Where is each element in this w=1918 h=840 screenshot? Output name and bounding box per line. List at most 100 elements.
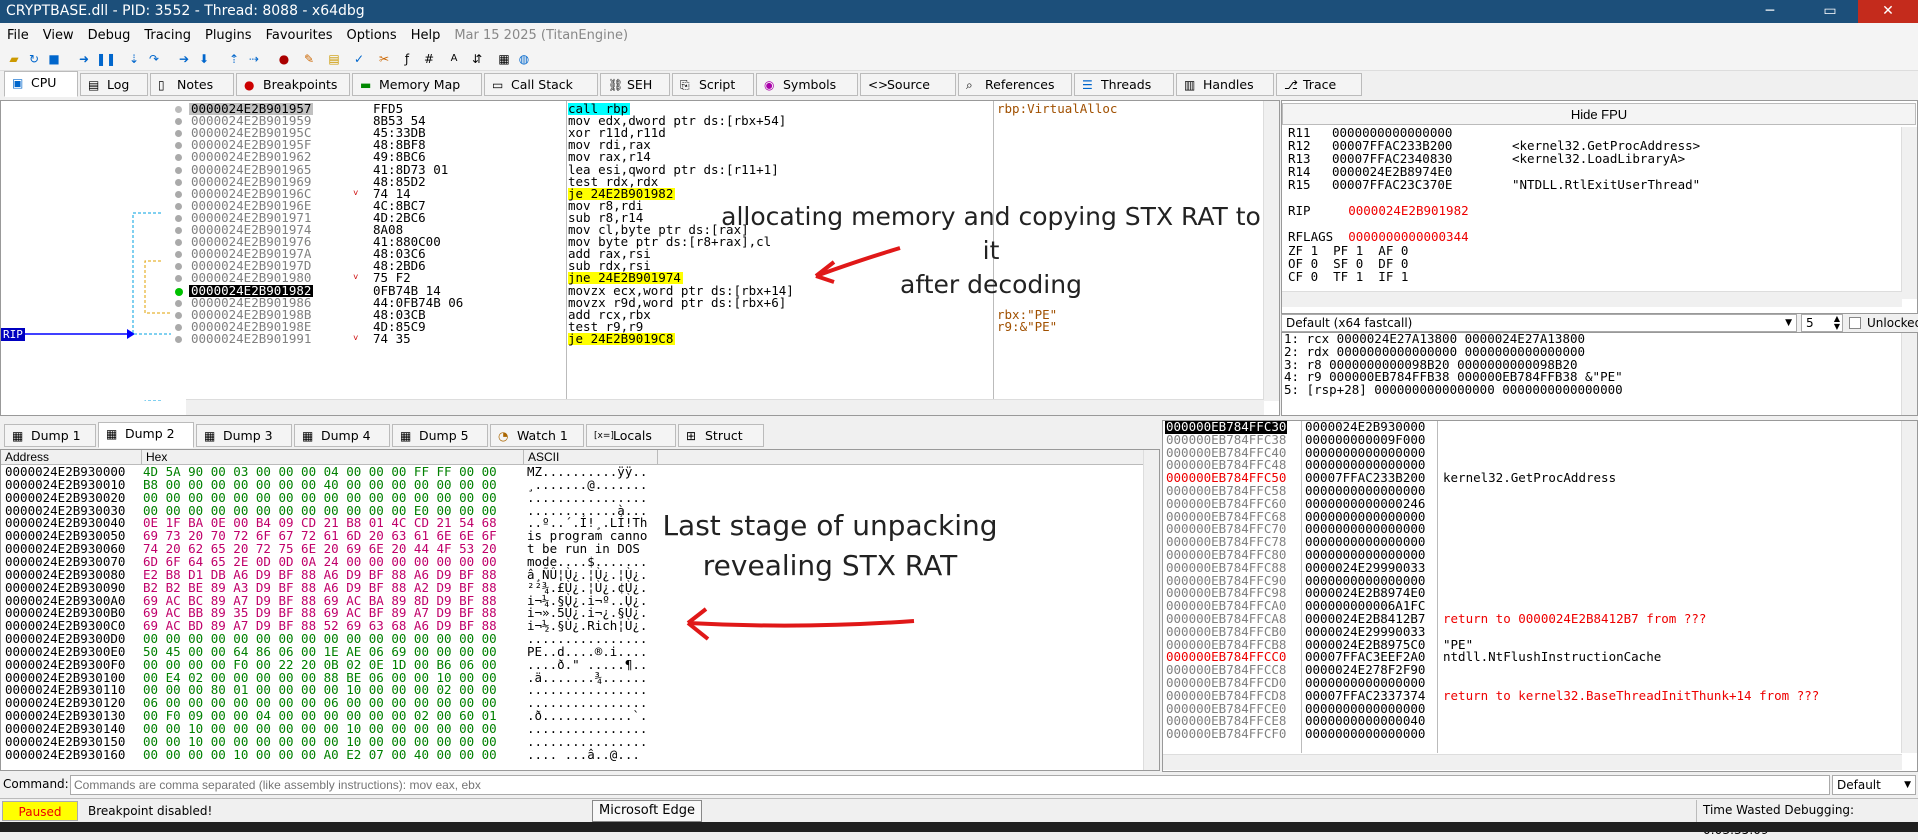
tab-cpu[interactable]: ▣ CPU	[4, 71, 78, 97]
menu-options[interactable]: Options	[340, 28, 404, 43]
tab-struct[interactable]: ⊞ Struct	[678, 424, 764, 447]
stack-value[interactable]: 0000000000000000	[1305, 728, 1425, 741]
stop-icon[interactable]: ■	[46, 51, 62, 67]
disassembly-hscroll[interactable]	[186, 399, 1264, 415]
run-to-user-code-icon[interactable]: ⇢	[246, 51, 262, 67]
comment-icon[interactable]: ▤	[326, 51, 342, 67]
breakpoint-icon[interactable]: ●	[276, 51, 292, 67]
tab-symbols[interactable]: ◉ Symbols	[756, 73, 858, 96]
dump-vscroll[interactable]	[1143, 450, 1159, 770]
menu-debug[interactable]: Debug	[81, 28, 138, 43]
hide-fpu-button[interactable]: Hide FPU	[1282, 103, 1916, 125]
breakpoint-dot-icon[interactable]	[175, 214, 182, 222]
menu-view[interactable]: View	[36, 28, 81, 43]
patch-icon[interactable]: ✎	[301, 51, 317, 67]
breakpoint-dot-icon[interactable]	[175, 166, 182, 174]
tab-references[interactable]: ⌕ References	[958, 73, 1072, 96]
rflags-value[interactable]: 0000000000000344	[1348, 229, 1468, 244]
breakpoint-dot-icon[interactable]	[175, 154, 182, 162]
step-into-icon[interactable]: ⇣	[126, 51, 142, 67]
trace-into-icon[interactable]: ➔	[176, 51, 192, 67]
maximize-button[interactable]: ▭	[1810, 0, 1850, 23]
tab-locals[interactable]: [x=] Locals	[586, 424, 676, 447]
step-over-icon[interactable]: ↷	[146, 51, 162, 67]
breakpoint-dot-icon[interactable]	[175, 323, 182, 331]
dump-ascii[interactable]: .... ...â..@...	[527, 748, 640, 762]
breakpoint-dot-icon[interactable]	[175, 299, 182, 307]
rip-register-value[interactable]: 0000024E2B901982	[1348, 203, 1468, 218]
function-icon[interactable]: ƒ	[399, 51, 415, 67]
hash-icon[interactable]: #	[421, 51, 437, 67]
tab-log[interactable]: ▤ Log	[80, 73, 148, 96]
tab-dump-3[interactable]: ▦ Dump 3	[196, 424, 292, 447]
arguments-vscroll[interactable]	[1901, 333, 1917, 415]
tab-threads[interactable]: ☰ Threads	[1074, 73, 1174, 96]
registers-view[interactable]: Hide FPU R11 0000000000000000 R12 00007FFAC…	[1281, 100, 1918, 314]
command-mode-select[interactable]: Default ▼	[1832, 775, 1916, 795]
execute-till-return-icon[interactable]: ⇡	[226, 51, 242, 67]
label-icon[interactable]: ✓	[351, 51, 367, 67]
disasm-row[interactable]: 0000024E2B901991 ˅ 74 35 je 24E2B9019C8	[1, 332, 1263, 345]
tab-dump-1[interactable]: ▦ Dump 1	[4, 424, 96, 447]
flags-row-3[interactable]: CF 0 TF 1 IF 1	[1288, 270, 1408, 284]
tab-call-stack[interactable]: ▭ Call Stack	[484, 73, 598, 96]
breakpoint-dot-icon[interactable]	[175, 263, 182, 271]
command-input[interactable]	[70, 775, 1830, 795]
breakpoint-dot-icon[interactable]	[175, 118, 182, 126]
calls-icon[interactable]: ⇵	[469, 51, 485, 67]
pause-icon[interactable]: ❚❚	[96, 51, 116, 67]
arguments-view[interactable]: 1: rcx 0000024E27A13800 0000024E27A13800…	[1281, 332, 1918, 416]
breakpoint-dot-icon[interactable]	[175, 190, 182, 198]
bookmark-icon[interactable]: ✂	[376, 51, 392, 67]
column-hex[interactable]: Hex	[141, 450, 167, 465]
tab-dump-5[interactable]: ▦ Dump 5	[392, 424, 488, 447]
breakpoint-dot-icon[interactable]	[175, 239, 182, 247]
tab-watch-1[interactable]: ◔ Watch 1	[490, 424, 584, 447]
dump-hex[interactable]: 00 00 00 00 10 00 00 00 A0 E2 07 00 40 0…	[143, 748, 497, 762]
calculator-icon[interactable]: ▦	[496, 51, 512, 67]
dump-view[interactable]: Address Hex ASCII 0000024E2B930000 4D 5A …	[0, 449, 1160, 771]
tab-memory-map[interactable]: ▬ Memory Map	[352, 73, 482, 96]
register-value[interactable]: 00007FFAC23C370E	[1332, 178, 1452, 192]
stack-hscroll[interactable]	[1163, 754, 1902, 770]
tab-dump-4[interactable]: ▦ Dump 4	[294, 424, 390, 447]
strings-icon[interactable]: A	[446, 51, 462, 67]
column-ascii[interactable]: ASCII	[523, 450, 559, 465]
breakpoint-dot-icon[interactable]	[175, 275, 182, 283]
registers-hscroll[interactable]	[1282, 291, 1902, 307]
run-icon[interactable]: ➜	[76, 51, 92, 67]
close-button[interactable]: ✕	[1858, 0, 1918, 23]
menu-tracing[interactable]: Tracing	[137, 28, 198, 43]
registers-vscroll[interactable]	[1901, 127, 1917, 299]
breakpoint-dot-icon[interactable]	[175, 227, 182, 234]
dump-row[interactable]: 0000024E2B930160 00 00 00 00 10 00 00 00 …	[1, 748, 1141, 762]
open-icon[interactable]: ▰	[6, 51, 22, 67]
register-row[interactable]: R15 00007FFAC23C370E "NTDLL.RtlExitUserThr…	[1288, 178, 1888, 192]
tab-source[interactable]: <> Source	[860, 73, 956, 96]
menu-plugins[interactable]: Plugins	[198, 28, 259, 43]
stack-row[interactable]: 000000EB784FFCF0 0000000000000000	[1163, 728, 1901, 741]
menu-file[interactable]: File	[0, 28, 36, 43]
breakpoint-dot-icon[interactable]	[175, 335, 182, 343]
breakpoint-dot-icon[interactable]	[175, 202, 182, 210]
trace-over-icon[interactable]: ⬇	[196, 51, 212, 67]
restart-icon[interactable]: ↻	[26, 51, 42, 67]
column-address[interactable]: Address	[5, 450, 49, 465]
tab-handles[interactable]: ▥ Handles	[1176, 73, 1274, 96]
unlocked-checkbox[interactable]	[1849, 317, 1861, 329]
tab-script[interactable]: ⎘ Script	[672, 73, 754, 96]
menu-help[interactable]: Help	[404, 28, 448, 43]
tab-breakpoints[interactable]: ● Breakpoints	[236, 73, 350, 96]
breakpoint-dot-icon[interactable]	[175, 311, 182, 319]
breakpoint-dot-icon[interactable]	[175, 130, 182, 138]
breakpoint-dot-icon[interactable]	[175, 106, 182, 113]
tab-trace[interactable]: ⎇ Trace	[1276, 73, 1362, 96]
tab-seh[interactable]: ⛓ SEH	[600, 73, 670, 96]
callconv-select[interactable]: Default (x64 fastcall) ▼	[1281, 314, 1797, 332]
breakpoint-dot-icon[interactable]	[175, 251, 182, 259]
stack-view[interactable]: 000000EB784FFC30 0000024E2B930000 000000EB…	[1162, 420, 1918, 772]
arg-count-spinner[interactable]: 5 ▲ ▼	[1801, 314, 1843, 332]
minimize-button[interactable]: ─	[1750, 0, 1790, 23]
menu-favourites[interactable]: Favourites	[259, 28, 340, 43]
globe-icon[interactable]: ◍	[516, 51, 532, 67]
